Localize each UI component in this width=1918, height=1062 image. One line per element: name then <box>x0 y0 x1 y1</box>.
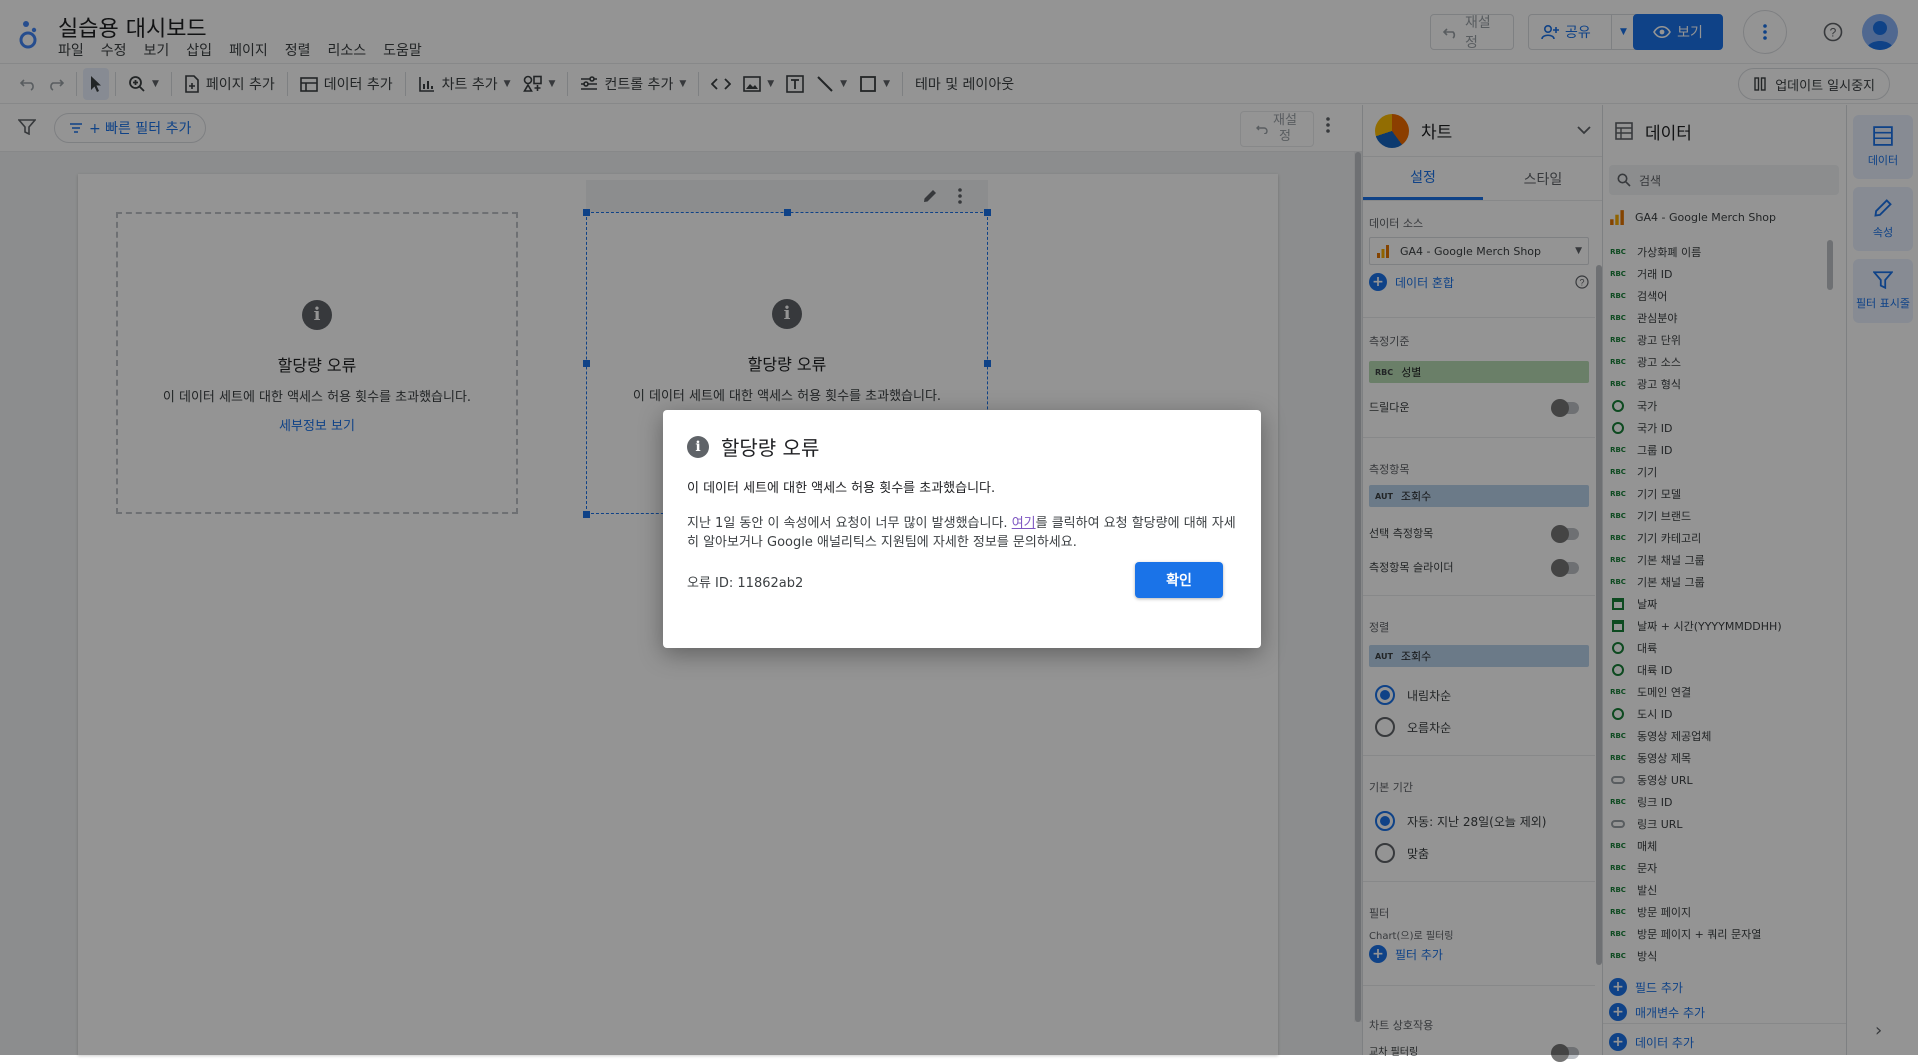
dialog-title: 할당량 오류 <box>721 436 820 460</box>
quota-help-link[interactable]: 여기 <box>1012 516 1036 531</box>
info-icon: i <box>687 435 709 458</box>
dialog-error-id: 오류 ID: 11862ab2 <box>687 576 804 591</box>
quota-error-dialog: i 할당량 오류 이 데이터 세트에 대한 액세스 허용 횟수를 초과했습니다.… <box>663 410 1261 648</box>
dialog-detail-before: 지난 1일 동안 이 속성에서 요청이 너무 많이 발생했습니다. <box>687 516 1012 531</box>
dialog-message: 이 데이터 세트에 대한 액세스 허용 횟수를 초과했습니다. <box>687 481 996 496</box>
dialog-title-row: i 할당량 오류 <box>687 432 1237 461</box>
dialog-detail: 지난 1일 동안 이 속성에서 요청이 너무 많이 발생했습니다. 여기를 클릭… <box>687 514 1237 552</box>
confirm-button[interactable]: 확인 <box>1135 562 1223 598</box>
